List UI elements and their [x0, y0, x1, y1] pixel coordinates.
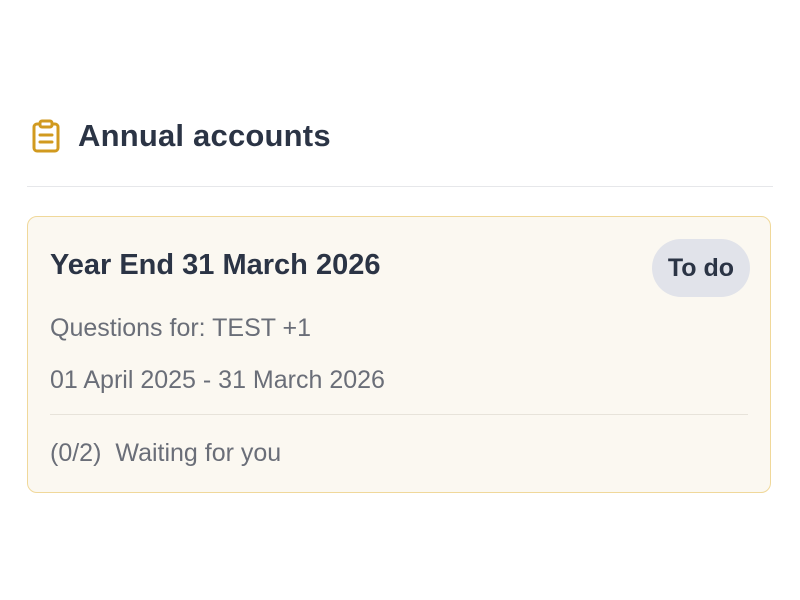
- page: Annual accounts Year End 31 March 2026 T…: [0, 0, 800, 600]
- status-badge: To do: [651, 239, 750, 297]
- clipboard-icon: [30, 118, 62, 154]
- section-header: Annual accounts: [30, 116, 331, 156]
- progress-count: (0/2): [50, 439, 102, 467]
- card-divider: [50, 414, 748, 415]
- progress-status: Waiting for you: [115, 439, 282, 467]
- card-title: Year End 31 March 2026: [50, 249, 381, 281]
- card-footer: (0/2) Waiting for you: [50, 439, 281, 468]
- questions-for-text: Questions for: TEST +1: [50, 314, 312, 342]
- section-title: Annual accounts: [78, 118, 331, 153]
- period-text: 01 April 2025 - 31 March 2026: [50, 366, 385, 394]
- task-card[interactable]: Year End 31 March 2026 To do Questions f…: [27, 216, 771, 493]
- section-divider: [27, 186, 773, 187]
